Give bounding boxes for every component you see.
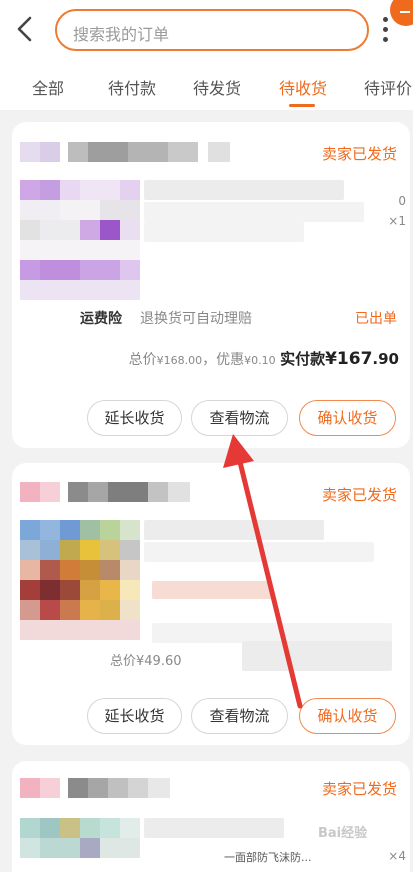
insurance-status: 已出单 [355, 311, 397, 327]
product-image[interactable] [20, 520, 140, 640]
product-image[interactable] [20, 818, 140, 872]
order-status: 卖家已发货 [321, 145, 397, 163]
notification-badge[interactable] [390, 0, 413, 26]
shop-name-redacted [20, 482, 190, 502]
product-extra-redacted [152, 623, 392, 643]
order-card[interactable]: 卖家已发货 0 ×1 运费险 退换货可自动理赔 已出单 总价¥168.00，优惠… [12, 122, 410, 448]
back-arrow-icon[interactable] [14, 14, 36, 44]
product-price: 0 [398, 194, 406, 208]
active-tab-indicator [289, 104, 315, 107]
order-total: 总价¥49.60 [110, 654, 182, 669]
confirm-receipt-button[interactable]: 确认收货 [299, 698, 396, 734]
shipping-insurance-label: 运费险 [80, 311, 122, 327]
order-card[interactable]: 卖家已发货 总价¥49.60 延长收货 查看物流 确认收货 [12, 463, 410, 745]
order-tabs: 全部 待付款 待发货 待收货 待评价 [0, 60, 413, 110]
product-quantity: ×1 [388, 214, 406, 228]
order-status: 卖家已发货 [321, 486, 397, 504]
product-spec-redacted [144, 222, 304, 242]
shop-name-redacted [20, 142, 230, 162]
more-icon[interactable] [380, 12, 390, 48]
price-summary-redacted [242, 641, 392, 671]
discount-label: ，优惠 [202, 352, 245, 368]
pay-amount-int: ¥167 [325, 349, 373, 369]
total-label: 总价 [128, 352, 157, 368]
extend-receipt-button[interactable]: 延长收货 [87, 698, 182, 734]
confirm-receipt-button[interactable]: 确认收货 [299, 400, 396, 436]
shop-name-redacted [20, 778, 170, 798]
tab-pending-payment[interactable]: 待付款 [108, 75, 156, 99]
product-title-redacted [144, 520, 324, 540]
search-placeholder: 搜索我的订单 [73, 25, 170, 44]
discount-dec: .10 [258, 354, 276, 367]
tab-pending-receipt[interactable]: 待收货 [279, 75, 327, 99]
product-quantity: ×4 [388, 849, 406, 863]
top-bar: 搜索我的订单 [0, 0, 413, 60]
view-logistics-button[interactable]: 查看物流 [191, 698, 288, 734]
discount-int: ¥0 [244, 354, 259, 367]
product-title-redacted [144, 818, 284, 838]
tab-pending-shipment[interactable]: 待发货 [193, 75, 241, 99]
product-title: 一面部防飞沫防... [224, 851, 312, 864]
watermark: Bai经验 [318, 826, 368, 841]
total-amount-int: ¥168 [156, 354, 185, 367]
product-title-redacted [144, 180, 344, 200]
search-input[interactable]: 搜索我的订单 [55, 9, 369, 51]
tab-all[interactable]: 全部 [32, 75, 64, 99]
order-status: 卖家已发货 [321, 780, 397, 798]
product-title-redacted [144, 542, 374, 562]
shipping-insurance-desc: 退换货可自动理赔 [140, 311, 252, 327]
pay-label: 实付款 [280, 350, 326, 368]
pay-amount-dec: .90 [372, 350, 399, 368]
view-logistics-button[interactable]: 查看物流 [191, 400, 288, 436]
tab-pending-review[interactable]: 待评价 [364, 75, 412, 99]
total-amount-dec: .00 [184, 354, 203, 367]
product-title-redacted [144, 202, 364, 222]
product-spec-redacted [152, 581, 272, 599]
extend-receipt-button[interactable]: 延长收货 [87, 400, 182, 436]
order-price-summary: 总价¥168.00，优惠¥0.10 实付款¥167.90 [129, 348, 399, 369]
order-card[interactable]: 卖家已发货 一面部防飞沫防... ×4 [12, 761, 410, 872]
product-image[interactable] [20, 180, 140, 300]
